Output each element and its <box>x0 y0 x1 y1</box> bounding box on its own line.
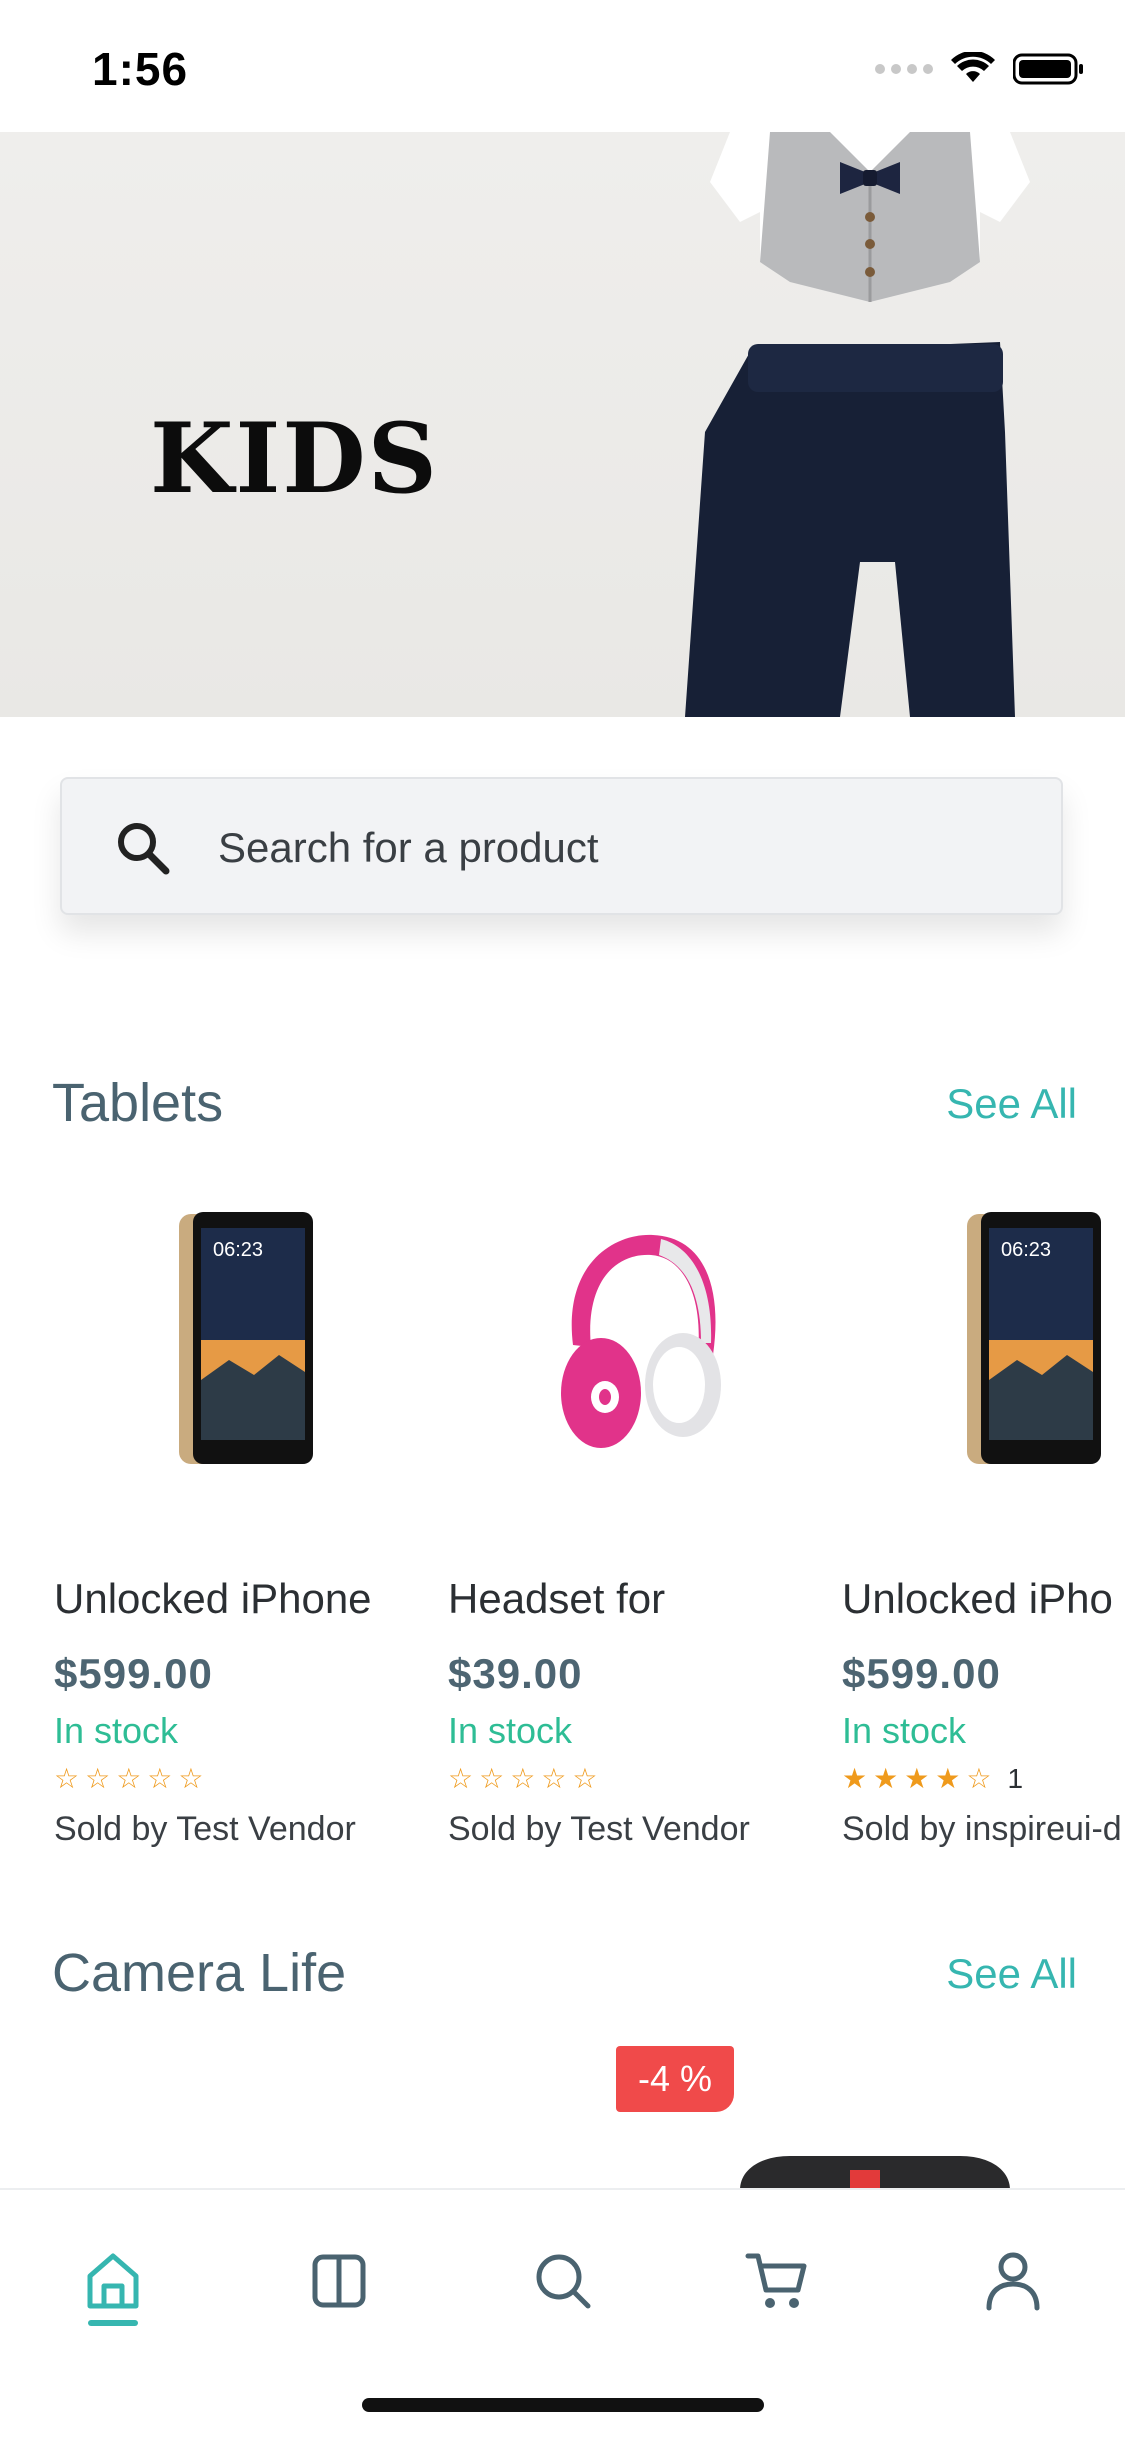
rating-stars: ★★★★☆ <box>842 1763 998 1794</box>
rating-count: 1 <box>1007 1762 1024 1794</box>
product-image: 06:23 <box>842 1180 1125 1500</box>
hero-title: KIDS <box>150 402 439 515</box>
camera-image <box>740 2156 1010 2190</box>
vendor-label: Sold by Test Vendor <box>54 1810 356 1848</box>
stock-status: In stock <box>842 1710 967 1751</box>
product-name[interactable]: Unlocked iPho <box>842 1575 1113 1623</box>
status-icons <box>875 52 1085 86</box>
svg-text:06:23: 06:23 <box>1001 1239 1051 1261</box>
search-icon <box>118 823 170 875</box>
rating-stars: ☆☆☆☆☆ <box>54 1763 210 1794</box>
home-icon <box>87 2253 139 2309</box>
product-image <box>448 1180 828 1500</box>
nav-profile[interactable] <box>968 2236 1058 2326</box>
tablet-image: 06:23 <box>179 1212 313 1464</box>
star-rating: ★★★★☆ 1 <box>842 1762 1023 1795</box>
search-icon <box>536 2254 591 2309</box>
section-title-tablets: Tablets <box>52 1073 224 1133</box>
svg-text:06:23: 06:23 <box>213 1239 263 1261</box>
search-bar[interactable] <box>60 777 1063 915</box>
wifi-icon <box>951 52 995 82</box>
vendor-label: Sold by Test Vendor <box>448 1810 750 1848</box>
product-name[interactable]: Headset for <box>448 1575 665 1623</box>
nav-search[interactable] <box>518 2236 608 2326</box>
section-title-camera-life: Camera Life <box>52 1943 347 2003</box>
home-indicator <box>362 2398 764 2412</box>
nav-home[interactable] <box>68 2236 158 2326</box>
cellular-signal-icon <box>875 64 933 74</box>
battery-icon <box>1013 53 1083 85</box>
search-input[interactable] <box>216 809 1020 887</box>
active-tab-indicator <box>88 2320 138 2326</box>
kids-outfit-image <box>685 132 1030 717</box>
headphones-image <box>561 1234 721 1448</box>
hero-banner[interactable]: KIDS <box>0 132 1125 717</box>
product-card[interactable]: 06:23 Unlocked iPho $599.00 In stock ★★★… <box>842 1180 1125 1860</box>
nav-cart[interactable] <box>732 2236 822 2326</box>
product-image: 06:23 <box>54 1180 434 1500</box>
vendor-label: Sold by inspireui-d <box>842 1810 1122 1848</box>
product-card[interactable]: 06:23 Unlocked iPhone $599.00 In stock ☆… <box>54 1180 434 1860</box>
tablet-image: 06:23 <box>967 1212 1101 1464</box>
product-carousel[interactable]: 06:23 Unlocked iPhone $599.00 In stock ☆… <box>0 1180 1125 1860</box>
stock-status: In stock <box>448 1710 573 1751</box>
product-price: $599.00 <box>54 1650 213 1697</box>
product-price: $599.00 <box>842 1650 1001 1697</box>
status-bar: 1:56 <box>0 0 1125 132</box>
star-rating: ☆☆☆☆☆ <box>54 1762 210 1795</box>
status-time: 1:56 <box>92 43 189 95</box>
product-card[interactable]: Headset for $39.00 In stock ☆☆☆☆☆ Sold b… <box>448 1180 828 1860</box>
catalog-icon <box>312 2254 366 2308</box>
see-all-tablets-link[interactable]: See All <box>946 1080 1077 1128</box>
product-name[interactable]: Unlocked iPhone <box>54 1575 372 1623</box>
product-price: $39.00 <box>448 1650 583 1697</box>
rating-stars: ☆☆☆☆☆ <box>448 1763 604 1794</box>
profile-icon <box>986 2252 1040 2311</box>
nav-catalog[interactable] <box>294 2236 384 2326</box>
discount-badge: -4 % <box>616 2046 734 2112</box>
see-all-camera-link[interactable]: See All <box>946 1950 1077 1998</box>
star-rating: ☆☆☆☆☆ <box>448 1762 604 1795</box>
cart-icon <box>745 2253 807 2308</box>
stock-status: In stock <box>54 1710 179 1751</box>
